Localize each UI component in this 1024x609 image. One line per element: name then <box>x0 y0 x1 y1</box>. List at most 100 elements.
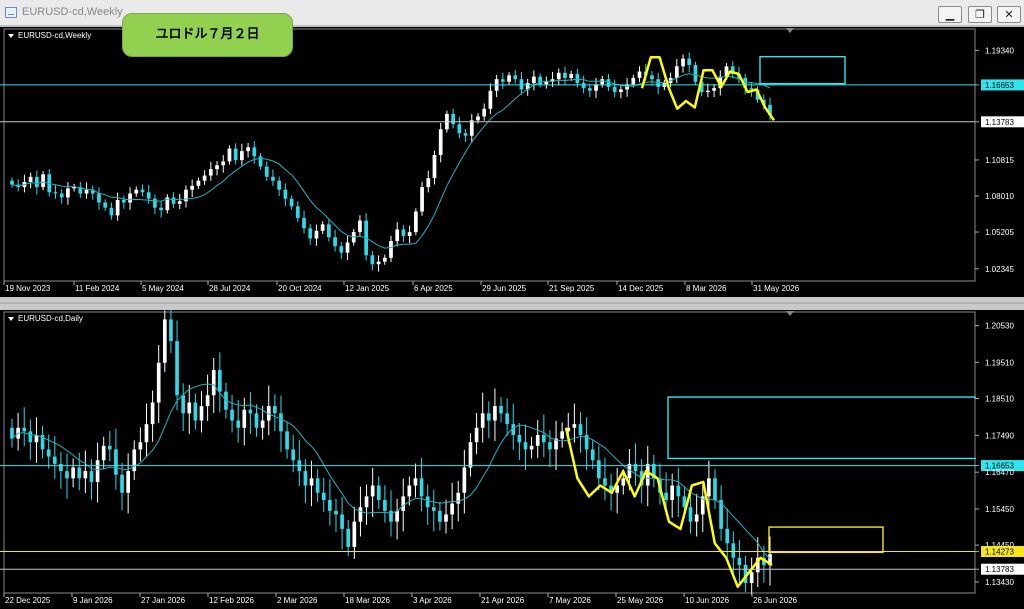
pane-background <box>0 27 1024 297</box>
candle-body <box>731 543 736 558</box>
candle-body <box>425 496 430 508</box>
candle-body <box>346 528 351 547</box>
candle-body <box>34 434 39 443</box>
candle-body <box>681 58 685 67</box>
price-axis-label: 1.14273 <box>985 548 1014 557</box>
candle-body <box>463 133 468 136</box>
candle-body <box>146 192 151 199</box>
candle-body <box>41 174 45 188</box>
candle-body <box>132 449 137 472</box>
candle-body <box>273 406 277 414</box>
candle-body <box>252 147 257 157</box>
candle-body <box>196 180 201 186</box>
candle-body <box>541 434 546 443</box>
candle-body <box>340 514 344 529</box>
price-axis-label: 1.20530 <box>985 322 1014 331</box>
candle-body <box>451 113 455 125</box>
candle-body <box>233 148 238 161</box>
pane-symbol-label: EURUSD-cd,Daily <box>18 314 83 323</box>
candle-body <box>138 442 143 450</box>
time-axis-label: 6 Apr 2025 <box>414 284 453 293</box>
candle-body <box>277 180 282 190</box>
candle-body <box>438 510 442 522</box>
candle-body <box>444 514 448 522</box>
candle-body <box>83 471 88 479</box>
candle-body <box>713 478 717 500</box>
candle-body <box>507 75 511 82</box>
chart-canvas[interactable]: EURUSD-cd,Weekly 1.19340 1.16653 1.13783 1.1… <box>0 0 1024 609</box>
candle-body <box>283 189 288 199</box>
price-axis-label: 1.02345 <box>985 265 1014 274</box>
candle-body <box>28 431 33 443</box>
time-axis-label: 11 Feb 2024 <box>75 284 120 293</box>
price-axis-label: 1.19510 <box>985 358 1014 367</box>
candle-body <box>578 424 583 435</box>
candle-body <box>468 442 473 468</box>
candle-body <box>606 79 611 87</box>
time-axis-label: 27 Jan 2026 <box>141 596 186 605</box>
candle-body <box>674 66 679 78</box>
time-axis-label: 28 Jul 2024 <box>209 284 251 293</box>
candle-body <box>66 188 70 198</box>
candle-body <box>358 507 363 522</box>
candle-body <box>670 485 675 500</box>
candle-body <box>505 413 509 425</box>
candle-body <box>22 427 27 432</box>
chart-pane-daily: EURUSD-cd,Daily 1.20530 1.19510 1.18510 1.17… <box>0 304 1024 609</box>
candle-body <box>150 402 155 425</box>
candle-body <box>419 478 424 497</box>
candle-body <box>462 467 467 493</box>
price-axis-label: 1.16470 <box>985 468 1014 477</box>
candle-body <box>181 395 185 414</box>
candle-body <box>676 485 681 497</box>
candle-body <box>575 74 580 84</box>
candle-body <box>134 189 139 194</box>
price-axis-label: 1.18510 <box>985 395 1014 404</box>
candle-body <box>107 445 112 450</box>
candle-body <box>407 232 412 236</box>
time-axis-label: 7 May 2026 <box>549 596 591 605</box>
candle-body <box>65 471 69 479</box>
candle-body <box>493 406 497 421</box>
candle-body <box>706 90 710 93</box>
candle-body <box>120 474 124 493</box>
candle-body <box>159 207 163 211</box>
candle-body <box>260 420 265 428</box>
candle-body <box>560 431 564 439</box>
candle-body <box>236 420 241 428</box>
candle-body <box>177 201 182 204</box>
candle-body <box>327 224 331 238</box>
time-axis-label: 14 Dec 2025 <box>618 284 664 293</box>
candle-body <box>215 165 219 170</box>
price-axis-label: 1.05205 <box>985 228 1014 237</box>
candle-body <box>358 220 362 233</box>
candle-body <box>156 362 161 403</box>
price-axis-label: 1.17490 <box>985 431 1014 440</box>
candle-body <box>264 166 269 177</box>
candle-body <box>645 463 650 486</box>
time-axis-label: 29 Jun 2025 <box>482 284 527 293</box>
candle-body <box>126 471 130 493</box>
candle-body <box>95 460 100 482</box>
candle-body <box>474 427 479 443</box>
candle-body <box>637 71 642 78</box>
candle-body <box>162 319 167 363</box>
candle-body <box>285 431 289 450</box>
candle-body <box>321 492 326 500</box>
price-axis-label: 1.15450 <box>985 505 1014 514</box>
candle-body <box>389 241 393 258</box>
candle-body <box>500 79 505 82</box>
price-axis-label: 1.08010 <box>985 192 1014 201</box>
candle-body <box>383 499 387 511</box>
candle-body <box>240 151 244 161</box>
candle-body <box>688 507 693 522</box>
time-axis-label: 21 Apr 2026 <box>481 596 525 605</box>
candle-body <box>650 75 654 80</box>
candle-body <box>193 402 198 421</box>
candle-body <box>532 76 536 84</box>
candle-body <box>190 185 195 190</box>
time-axis-label: 19 Nov 2023 <box>5 284 51 293</box>
time-axis-label: 18 Mar 2026 <box>345 596 390 605</box>
candle-body <box>364 496 369 508</box>
candle-body <box>587 88 592 91</box>
